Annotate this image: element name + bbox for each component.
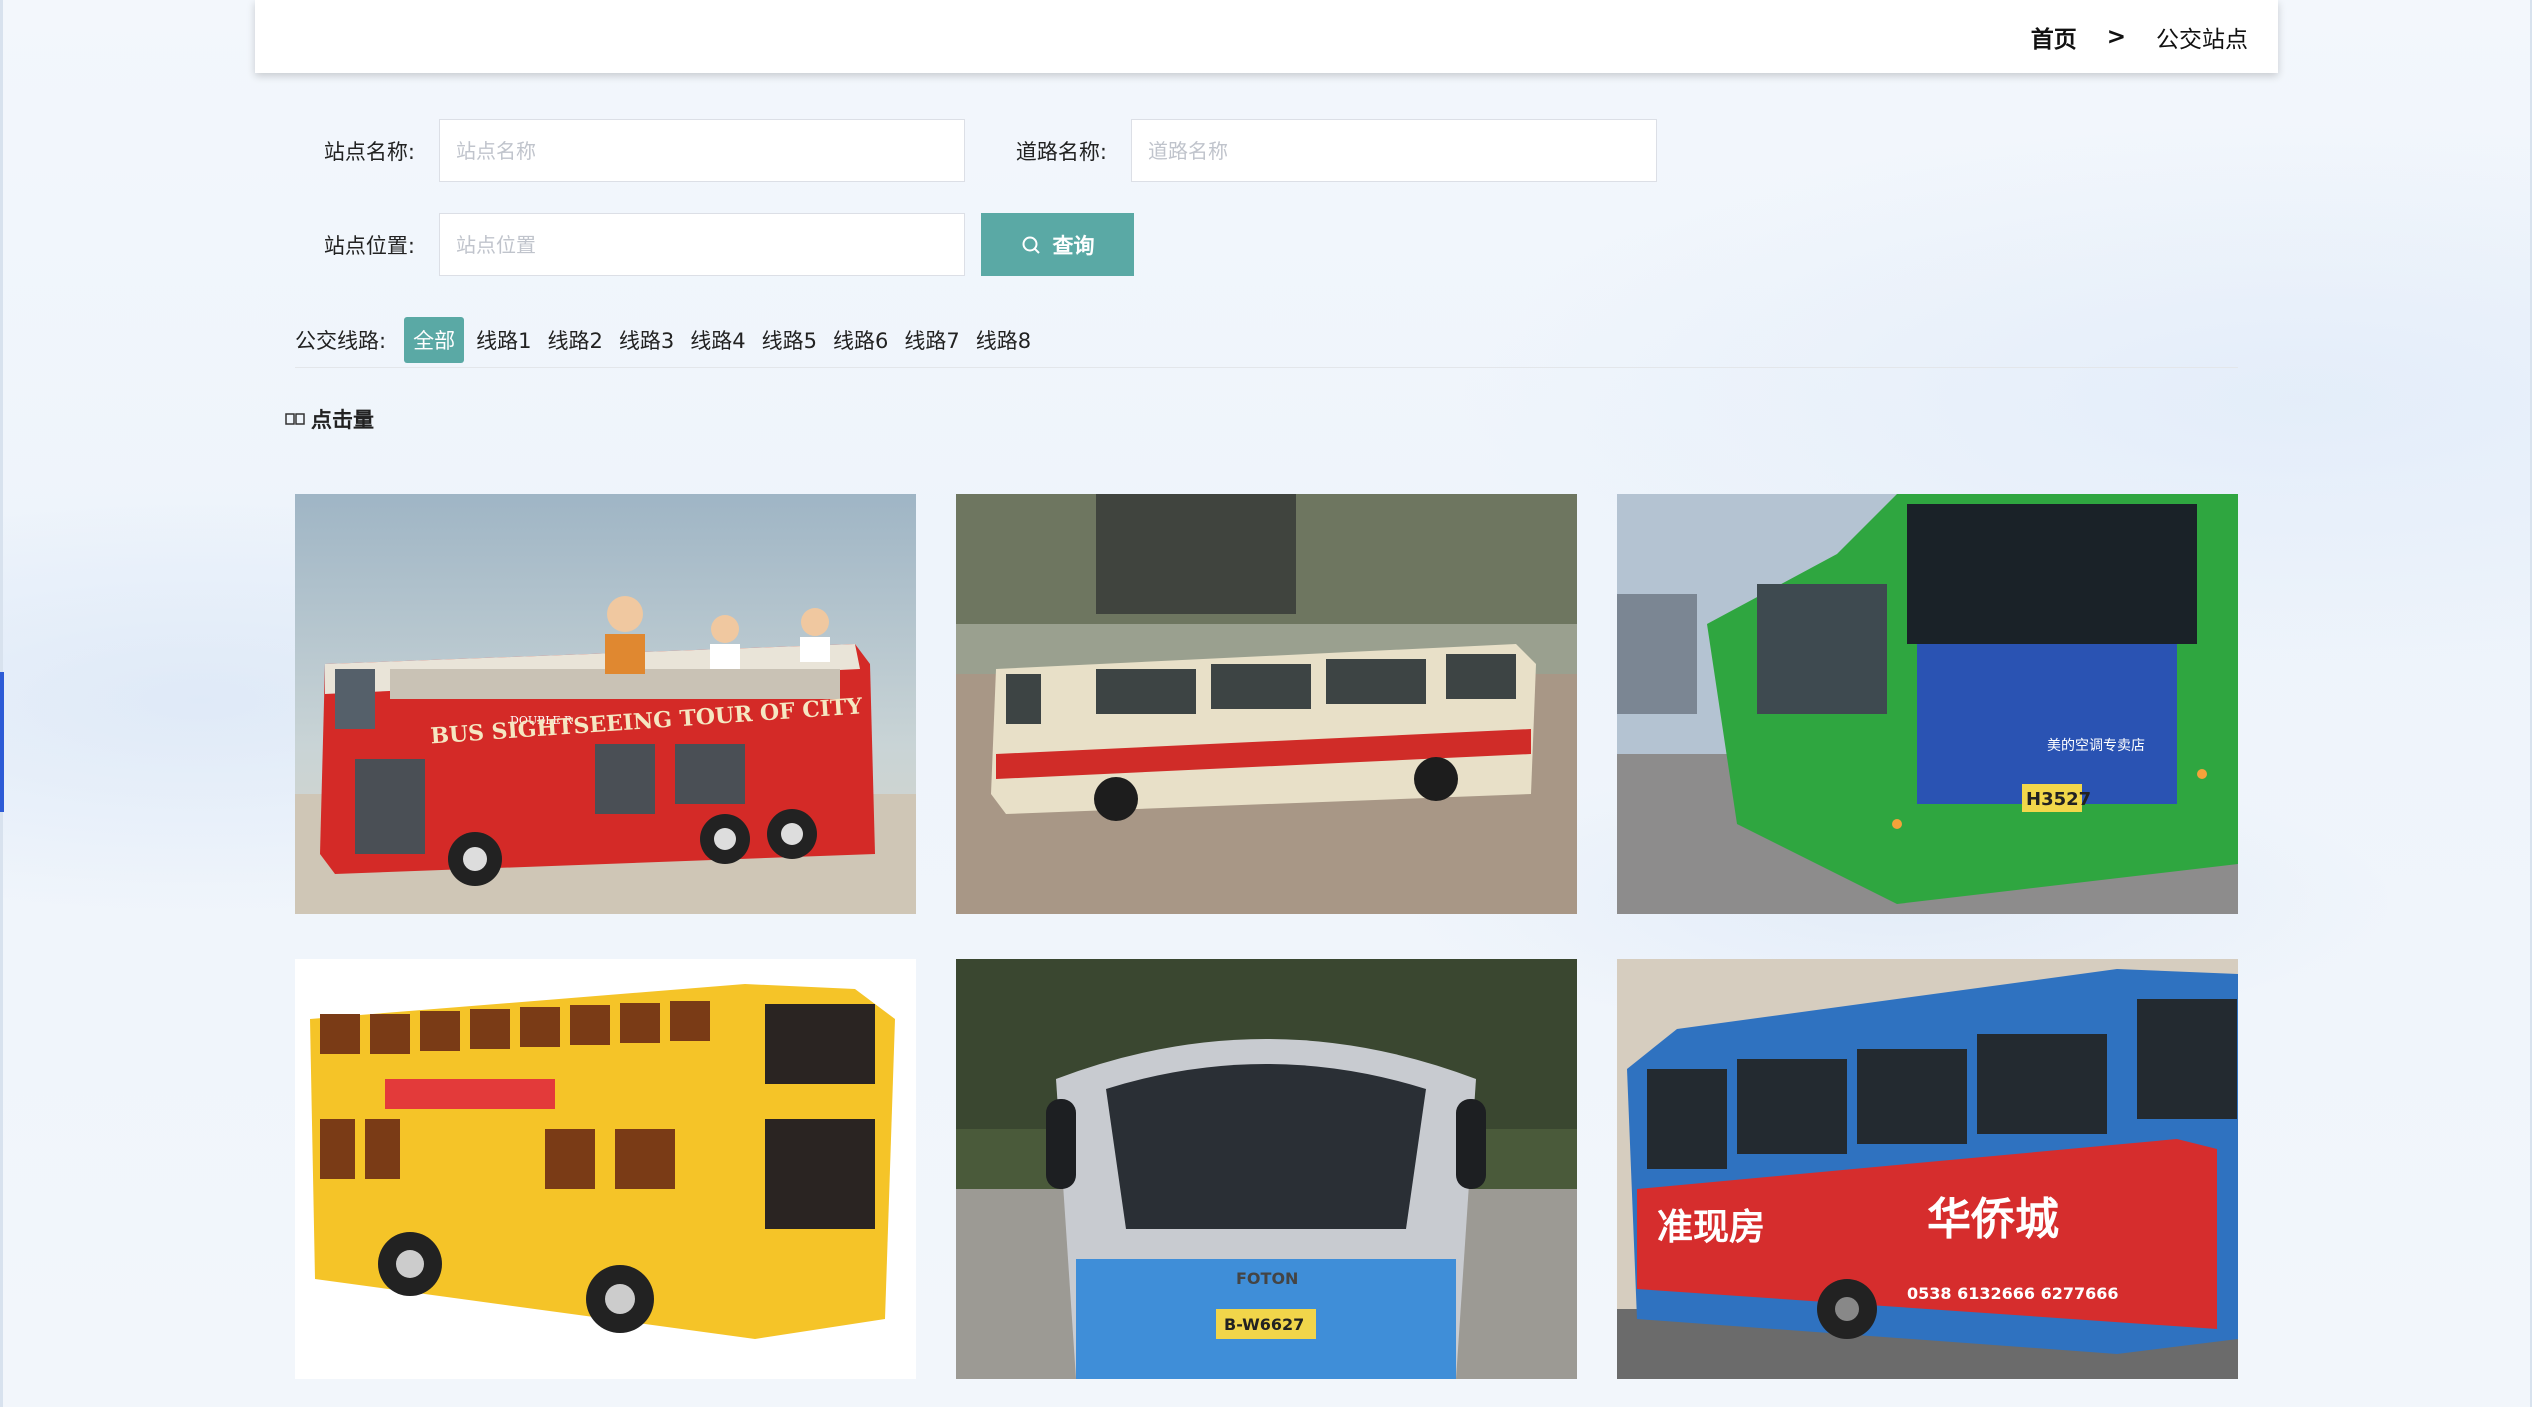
- search-form-row-1: 站点名称: 道路名称:: [295, 119, 1657, 182]
- route-filter-bar: 公交线路: 全部 线路1 线路2 线路3 线路4 线路5 线路6 线路7 线路8: [295, 312, 2238, 368]
- station-card[interactable]: [295, 959, 916, 1379]
- bus-ad-text-1: 准现房: [1657, 1207, 1765, 1248]
- search-button-label: 查询: [1052, 233, 1095, 258]
- breadcrumb-home-link[interactable]: 首页: [2031, 20, 2077, 54]
- station-name-input[interactable]: [439, 119, 965, 182]
- bus-brand-text: FOTON: [1236, 1269, 1298, 1288]
- sort-label: 点击量: [311, 408, 374, 432]
- bus-plate-text: H3527: [2026, 789, 2091, 810]
- station-location-input[interactable]: [439, 213, 965, 276]
- station-card[interactable]: DOUBLE R BUS SIGHTSEEING TOUR OF CITY: [295, 494, 916, 914]
- station-card-grid: DOUBLE R BUS SIGHTSEEING TOUR OF CITY H3…: [295, 494, 2238, 1379]
- route-filter-label: 公交线路:: [295, 328, 387, 353]
- route-filter-7[interactable]: 线路7: [898, 317, 965, 363]
- route-filter-1[interactable]: 线路1: [470, 317, 537, 363]
- route-filter-6[interactable]: 线路6: [827, 317, 894, 363]
- green-city-bus-image: H3527 美的空调专卖店: [1617, 494, 2238, 914]
- station-name-label: 站点名称:: [323, 139, 415, 164]
- red-double-decker-bus-image: DOUBLE R BUS SIGHTSEEING TOUR OF CITY: [295, 494, 916, 914]
- route-filter-5[interactable]: 线路5: [756, 317, 823, 363]
- bus-plate-text: B-W6627: [1224, 1315, 1304, 1334]
- road-name-label: 道路名称:: [1015, 139, 1107, 164]
- breadcrumb: 首页 > 公交站点: [255, 0, 2278, 73]
- bus-ad-phone: 0538 6132666 6277666: [1907, 1284, 2119, 1303]
- left-nav-accent: [0, 672, 4, 812]
- station-card[interactable]: H3527 美的空调专卖店: [1617, 494, 2238, 914]
- search-form-row-2: 站点位置: 查询: [295, 213, 1134, 276]
- route-filter-4[interactable]: 线路4: [684, 317, 751, 363]
- station-card[interactable]: 准现房 华侨城 0538 6132666 6277666: [1617, 959, 2238, 1379]
- station-location-label: 站点位置:: [323, 233, 415, 258]
- search-button[interactable]: 查询: [981, 213, 1134, 276]
- bus-ad-text-2: 华侨城: [1927, 1194, 2059, 1245]
- vintage-bus-image: [956, 494, 1577, 914]
- book-icon: [285, 413, 305, 425]
- route-filter-all[interactable]: 全部: [404, 316, 465, 363]
- bus-ad-text: 美的空调专卖店: [2047, 738, 2145, 754]
- station-card[interactable]: B-W6627 FOTON: [956, 959, 1577, 1379]
- road-name-input[interactable]: [1131, 119, 1657, 182]
- route-filter-3[interactable]: 线路3: [613, 317, 680, 363]
- station-card[interactable]: [956, 494, 1577, 914]
- sort-by-clicks[interactable]: 点击量: [285, 404, 374, 434]
- search-icon: [1022, 236, 1040, 254]
- yellow-double-decker-bus-image: [295, 959, 916, 1379]
- route-filter-2[interactable]: 线路2: [541, 317, 608, 363]
- foton-bus-front-image: B-W6627 FOTON: [956, 959, 1577, 1379]
- breadcrumb-separator: >: [2106, 23, 2126, 50]
- huaqiaocheng-ad-bus-image: 准现房 华侨城 0538 6132666 6277666: [1617, 959, 2238, 1379]
- breadcrumb-current: 公交站点: [2156, 26, 2248, 53]
- route-filter-8[interactable]: 线路8: [970, 317, 1037, 363]
